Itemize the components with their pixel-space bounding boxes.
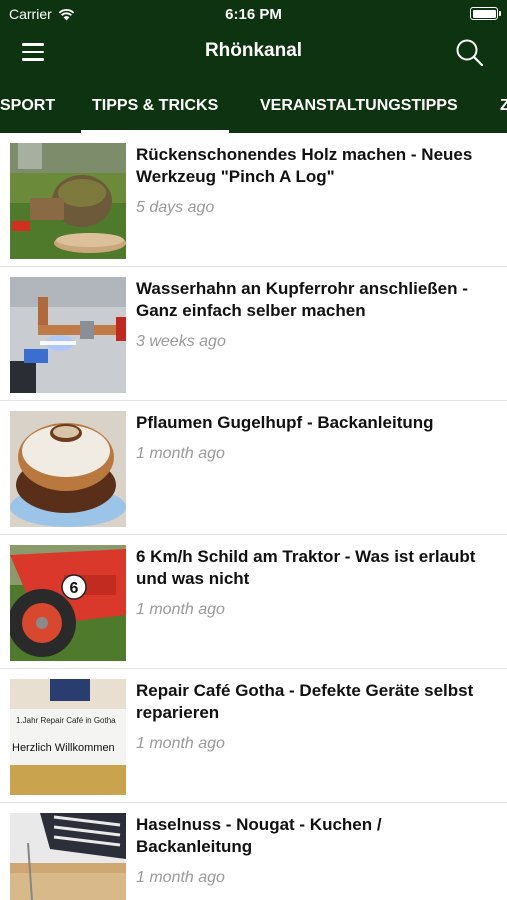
app-title: Rhönkanal [204,40,303,61]
article-age: 1 month ago [136,601,225,618]
speed-sign-number: 6 [70,580,79,597]
banner-text-welcome: Herzlich Willkommen [12,742,115,754]
article-title: Rückenschonendes Holz machen - Neues Wer… [136,145,473,186]
article-row[interactable]: Pflaumen Gugelhupf - Backanleitung 1 mon… [0,401,507,535]
navigation-bar: Rhönkanal [0,30,507,74]
article-row[interactable]: Haselnuss - Nougat - Kuchen / Backanleit… [0,803,507,900]
tab-next-partial[interactable]: Z [500,84,507,133]
tab-sport[interactable]: SPORT [0,84,55,133]
article-title: Pflaumen Gugelhupf - Backanleitung [136,413,434,432]
article-thumbnail [10,143,126,259]
cake-photo [10,411,126,527]
article-row[interactable]: Rückenschonendes Holz machen - Neues Wer… [0,133,507,267]
banner-text-top: 1.Jahr Repair Café in Gotha [16,716,116,725]
article-age: 1 month ago [136,869,225,886]
tractor-photo: 6 [10,545,126,661]
tab-tipps-tricks[interactable]: TIPPS & TRICKS [81,84,230,133]
tab-veranstaltungstipps[interactable]: VERANSTALTUNGSTIPPS [260,84,458,133]
article-row[interactable]: Wasserhahn an Kupferrohr anschließen - G… [0,267,507,401]
log-photo [10,143,126,259]
article-row[interactable]: 1.Jahr Repair Café in Gotha Herzlich Wil… [0,669,507,803]
article-title: 6 Km/h Schild am Traktor - Was ist erlau… [136,547,476,588]
tab-label: TIPPS & TRICKS [92,97,219,114]
repair-cafe-photo: 1.Jahr Repair Café in Gotha Herzlich Wil… [10,679,126,795]
article-title: Wasserhahn an Kupferrohr anschließen - G… [136,279,468,320]
article-title: Haselnuss - Nougat - Kuchen / Backanleit… [136,815,382,856]
article-thumbnail: 6 [10,545,126,661]
search-icon [456,39,484,67]
article-thumbnail [10,813,126,900]
nougat-cake-photo [10,813,126,900]
article-title: Repair Café Gotha - Defekte Geräte selbs… [136,681,474,722]
article-thumbnail [10,411,126,527]
app-header: Carrier 6:16 PM Rhönkanal SPORT TIPPS & [0,0,507,133]
article-age: 5 days ago [136,199,215,216]
article-row[interactable]: 6 6 Km/h Schild am Traktor - Was ist erl… [0,535,507,669]
category-tabs: SPORT TIPPS & TRICKS VERANSTALTUNGSTIPPS… [0,84,507,133]
search-button[interactable] [453,36,487,70]
article-age: 3 weeks ago [136,333,226,350]
status-time: 6:16 PM [225,6,282,23]
article-age: 1 month ago [136,735,225,752]
battery-icon [470,7,501,20]
article-thumbnail [10,277,126,393]
article-age: 1 month ago [136,445,225,462]
pipe-photo [10,277,126,393]
status-bar: Carrier 6:16 PM [0,0,507,28]
article-thumbnail: 1.Jahr Repair Café in Gotha Herzlich Wil… [10,679,126,795]
